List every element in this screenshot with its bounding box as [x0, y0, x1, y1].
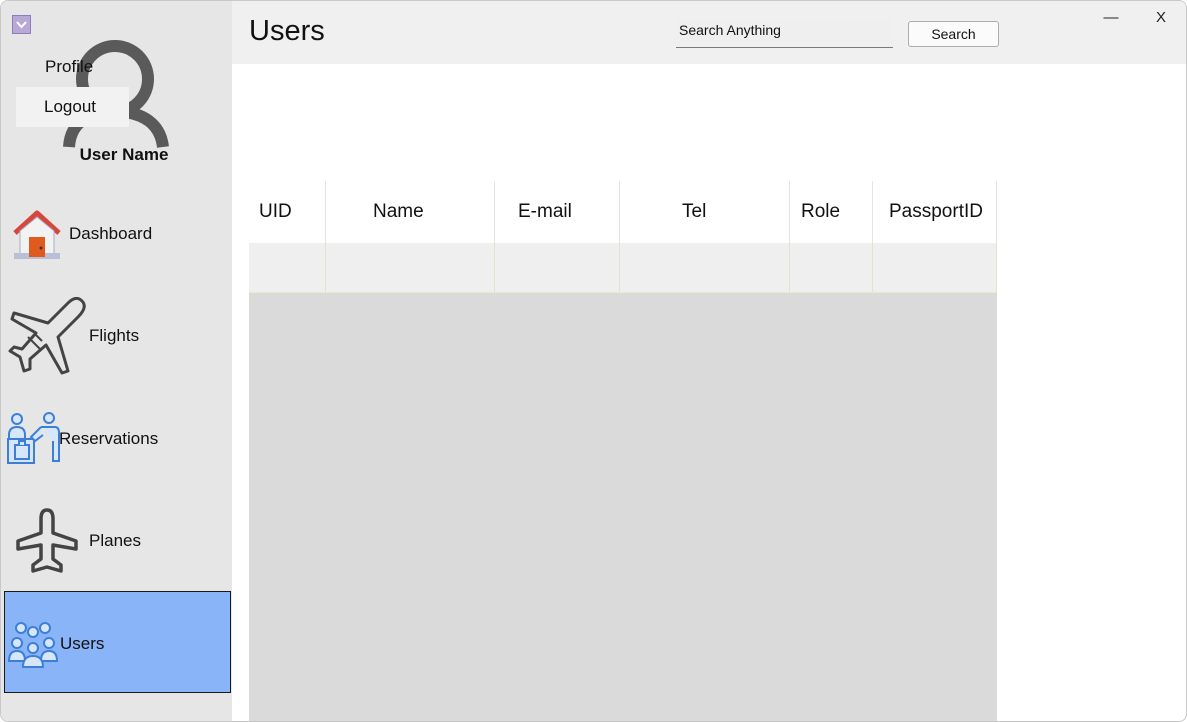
column-header-uid[interactable]: UID — [249, 181, 326, 243]
column-header-name[interactable]: Name — [326, 181, 495, 243]
chevron-down-icon — [16, 20, 27, 28]
sidebar-item-label: Flights — [89, 326, 140, 345]
table-cell[interactable] — [873, 243, 997, 292]
minimize-button[interactable]: — — [1098, 7, 1124, 29]
column-header-passportid[interactable]: PassportID — [873, 181, 997, 243]
users-table[interactable]: UID Name E-mail Tel Role PassportID — [249, 181, 997, 721]
menu-toggle-button[interactable] — [12, 15, 31, 34]
column-header-email[interactable]: E-mail — [495, 181, 620, 243]
sidebar-item-dashboard[interactable]: Dashboard — [4, 183, 231, 285]
sidebar-item-label: Reservations — [59, 429, 159, 448]
table-row[interactable] — [249, 243, 997, 293]
table-cell[interactable] — [495, 243, 620, 292]
app-window: Profile Logout User Name Dashboard Fligh… — [0, 0, 1187, 722]
users-group-icon — [7, 622, 59, 668]
sidebar-item-label: Dashboard — [69, 224, 153, 243]
column-header-role[interactable]: Role — [790, 181, 873, 243]
logout-menu-item[interactable]: Logout — [16, 87, 129, 127]
sidebar-item-planes[interactable]: Planes — [4, 489, 231, 591]
column-header-tel[interactable]: Tel — [620, 181, 790, 243]
table-cell[interactable] — [249, 243, 326, 292]
header-bar: Users Search — X — [232, 1, 1186, 64]
close-button[interactable]: X — [1148, 7, 1174, 29]
sidebar-item-label: Planes — [89, 531, 141, 550]
table-header: UID Name E-mail Tel Role PassportID — [249, 181, 997, 243]
profile-menu-item[interactable]: Profile — [17, 49, 129, 85]
logout-label: Logout — [44, 97, 96, 116]
table-cell[interactable] — [620, 243, 790, 292]
reception-desk-icon — [7, 412, 60, 464]
search-input[interactable] — [676, 19, 893, 48]
sidebar-item-label: Users — [60, 634, 105, 653]
sidebar-item-flights[interactable]: Flights — [4, 285, 231, 387]
house-icon — [13, 210, 61, 259]
profile-label: Profile — [45, 57, 94, 76]
table-cell[interactable] — [326, 243, 495, 292]
plane-silhouette-icon — [16, 508, 78, 573]
user-name: User Name — [79, 145, 169, 164]
sidebar-item-reservations[interactable]: Reservations — [4, 387, 231, 489]
airplane-icon — [8, 297, 86, 375]
sidebar-item-users[interactable]: Users — [4, 591, 231, 693]
search-button[interactable]: Search — [908, 21, 999, 47]
table-cell[interactable] — [790, 243, 873, 292]
page-title: Users — [249, 15, 325, 47]
sidebar: Profile Logout User Name Dashboard Fligh… — [1, 1, 232, 721]
